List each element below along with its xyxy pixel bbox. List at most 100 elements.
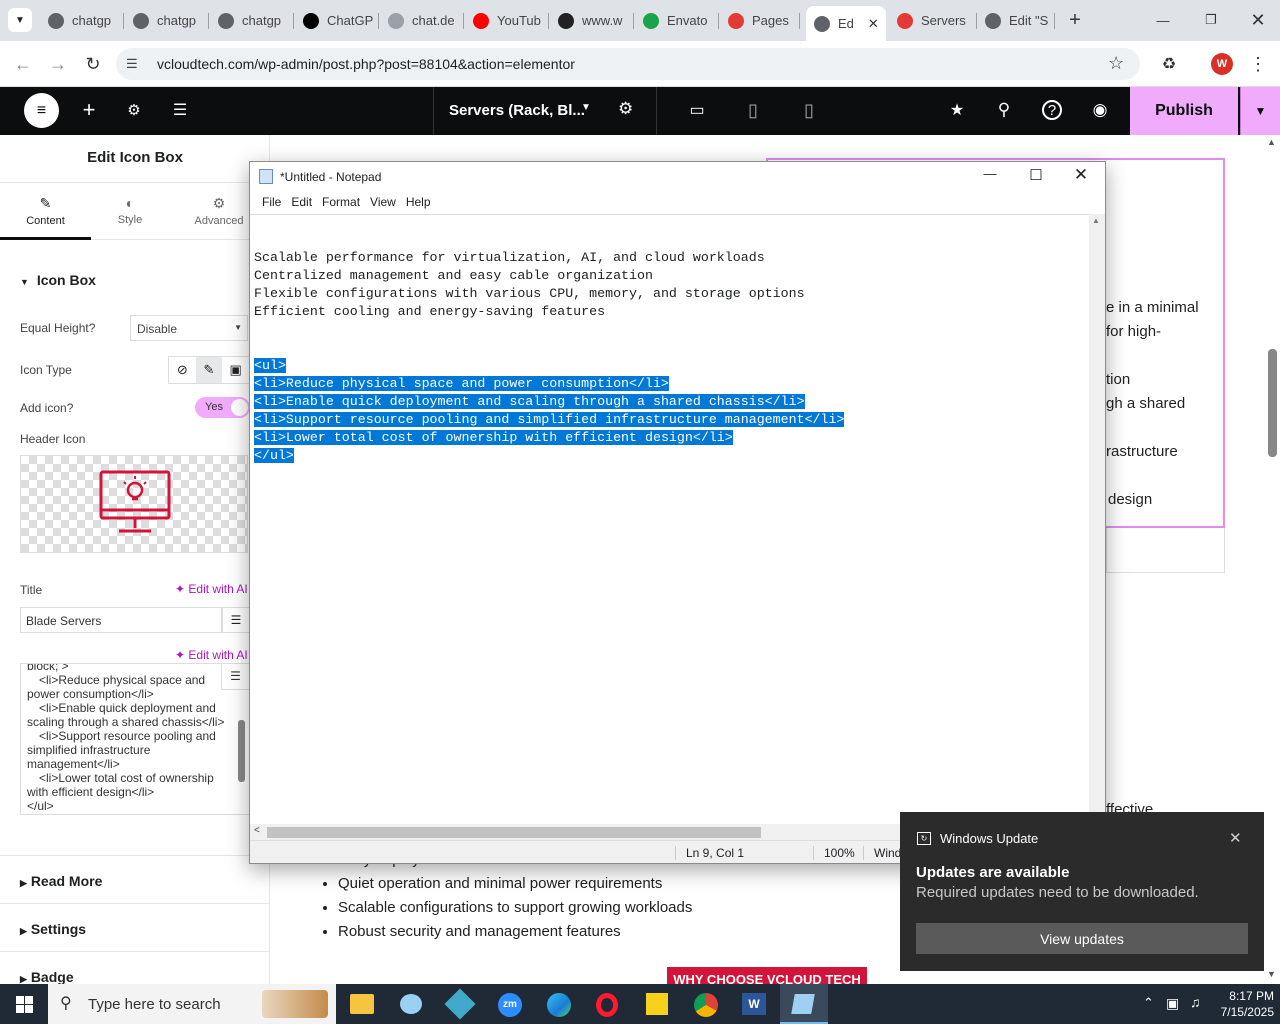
file-explorer-icon[interactable] [350,994,374,1014]
vpn-app-icon[interactable] [444,988,476,1020]
notepad-minimize-button[interactable]: — [975,166,1005,181]
browser-tab[interactable]: chatgp [218,8,294,33]
browser-tab[interactable]: chatgp [133,8,209,33]
sticky-notes-icon[interactable] [646,993,668,1015]
hscroll-thumb[interactable] [267,827,761,838]
volume-icon[interactable]: ♫ [1190,994,1201,1010]
browser-tab[interactable]: YouTub [473,8,549,33]
dynamic-tags-icon[interactable]: ☰ [222,607,250,633]
network-icon[interactable]: ▣ [1166,995,1179,1012]
reload-button[interactable]: ↻ [80,51,106,77]
preview-eye-icon[interactable]: ◉ [1087,97,1113,123]
textarea-dynamic-icon[interactable]: ☰ [221,664,249,690]
elementor-logo-icon[interactable]: ≡ [24,93,59,128]
canvas-scroll-up-icon[interactable]: ▲ [1267,137,1276,147]
description-textarea[interactable]: block; > <li>Reduce physical space and pow… [20,663,250,815]
description-edit-with-ai-link[interactable]: ✦ Edit with AI [175,648,248,662]
browser-tab[interactable]: Envato [643,8,719,33]
section-read-more[interactable]: ▶ Read More [0,855,269,903]
notepad-title-bar[interactable]: *Untitled - Notepad — ☐ ✕ [250,162,1105,192]
menu-file[interactable]: File [257,192,286,214]
notepad-text-area[interactable]: Scalable performance for virtualization,… [250,214,1089,824]
minimize-window-button[interactable]: — [1148,6,1178,34]
menu-view[interactable]: View [365,192,401,214]
new-tab-button[interactable]: + [1063,8,1087,32]
notepad-maximize-button[interactable]: ☐ [1021,166,1051,184]
bookmark-star-icon[interactable]: ☆ [1108,53,1124,74]
add-icon-label: Add icon? [20,401,74,415]
title-edit-with-ai-link[interactable]: ✦ Edit with AI [175,582,248,596]
browser-tab[interactable]: ChatGP [303,8,379,33]
browser-tab[interactable]: Ed ✕ [806,6,886,41]
toast-close-icon[interactable]: ✕ [1229,829,1242,847]
opera-browser-icon[interactable] [596,993,618,1017]
avatar[interactable]: W [1211,53,1233,75]
browser-tab[interactable]: Pages [728,8,800,33]
canvas-scrollbar-thumb[interactable] [1268,349,1277,457]
show-hidden-icons-chevron-icon[interactable]: ⌃ [1143,995,1154,1011]
canvas-scroll-down-icon[interactable]: ▼ [1267,969,1276,979]
windows-update-notification[interactable]: ↻ Windows Update ✕ Updates are available… [900,812,1264,971]
page-title-dropdown[interactable]: Servers (Rack, Bl... ▼ ⚙ [433,87,657,135]
view-updates-button[interactable]: View updates [916,923,1248,954]
menu-help[interactable]: Help [401,192,436,214]
icon-type-icon-brush-icon[interactable]: ✎ [195,357,223,383]
page-settings-icon[interactable]: ⚙ [618,99,633,119]
structure-layers-icon[interactable]: ☰ [167,97,193,123]
menu-format[interactable]: Format [317,192,365,214]
section-icon-box-header[interactable]: ▼ Icon Box [20,272,96,288]
browser-tab[interactable]: Edit "S [985,8,1055,33]
clock[interactable]: 8:17 PM 7/15/2025 [1212,988,1274,1020]
site-info-icon[interactable]: ☰ [126,56,138,72]
notepad-selected-line: <li>Reduce physical space and power cons… [254,376,669,391]
back-button[interactable]: ← [10,51,36,77]
tab-advanced[interactable]: ⚙ Advanced [180,183,258,240]
tab-style[interactable]: ◐ Style [91,183,169,240]
close-window-button[interactable]: ✕ [1243,6,1273,34]
word-app-icon[interactable]: W [742,993,766,1015]
add-element-icon[interactable]: + [76,97,102,123]
icon-type-none-icon[interactable]: ⊘ [169,357,196,383]
address-bar[interactable]: ☰ vcloudtech.com/wp-admin/post.php?post=… [116,48,1140,80]
textarea-scrollbar[interactable] [238,720,245,782]
tab-search-button[interactable]: ▼ [8,8,32,32]
title-input[interactable]: Blade Servers [20,607,222,633]
mobile-view-icon[interactable]: ▯ [796,97,822,123]
header-icon-preview[interactable] [20,455,248,553]
browser-tab[interactable]: chat.de [388,8,464,33]
menu-edit[interactable]: Edit [286,192,317,214]
tablet-view-icon[interactable]: ▯ [740,97,766,123]
restore-window-button[interactable]: ❐ [1196,6,1226,34]
scroll-left-icon[interactable]: < [254,825,260,836]
publish-button[interactable]: Publish [1130,87,1238,135]
tab-separator [123,13,124,29]
notepad-vscrollbar[interactable]: ▲ [1089,214,1105,824]
desktop-view-icon[interactable]: ▭ [684,97,710,123]
browser-tab[interactable]: chatgp [48,8,124,33]
browser-menu-icon[interactable]: ⋮ [1248,51,1268,77]
section-badge[interactable]: ▶ Badge [0,951,269,984]
equal-height-select[interactable]: Disable ▼ [130,315,248,341]
extensions-icon[interactable]: ♻ [1156,51,1182,77]
taskbar-search-box[interactable]: ⚲ Type here to search [48,984,336,1024]
start-button[interactable] [0,984,48,1024]
tab-content[interactable]: ✎ Content [0,183,91,240]
browser-tab[interactable]: Servers [897,8,977,33]
scroll-up-icon[interactable]: ▲ [1092,216,1100,225]
close-tab-icon[interactable]: ✕ [868,16,879,32]
site-settings-icon[interactable]: ⚙ [121,97,147,123]
help-icon[interactable]: ? [1042,100,1062,120]
add-icon-toggle[interactable]: Yes [195,397,250,418]
forward-button[interactable]: → [45,51,71,77]
paint-app-icon[interactable] [400,994,422,1014]
icon-type-image-icon[interactable]: ▣ [222,357,249,383]
section-settings[interactable]: ▶ Settings [0,903,269,951]
search-icon[interactable]: ⚲ [991,97,1017,123]
browser-tab[interactable]: www.w [558,8,634,33]
zoom-app-icon[interactable]: zm [498,993,522,1017]
notepad-close-button[interactable]: ✕ [1066,165,1096,185]
chrome-browser-icon[interactable] [694,993,718,1017]
edge-browser-icon[interactable] [547,993,571,1017]
notifications-icon[interactable]: ★ [944,97,970,123]
publish-options-chevron-icon[interactable]: ▼ [1240,87,1280,135]
